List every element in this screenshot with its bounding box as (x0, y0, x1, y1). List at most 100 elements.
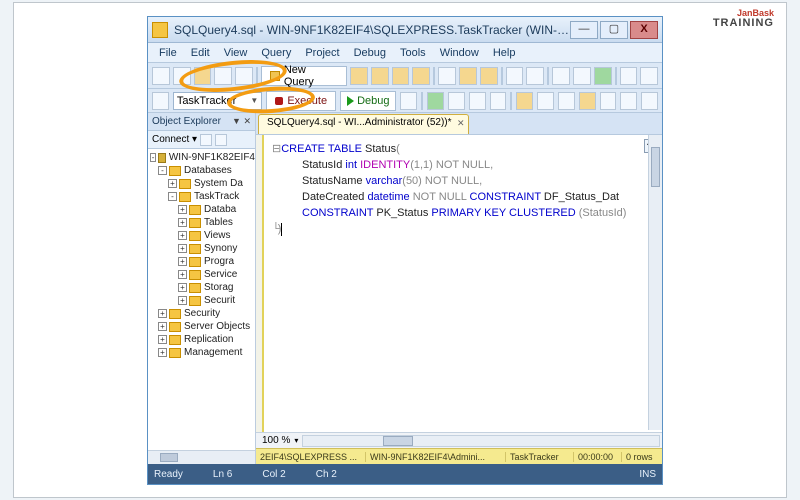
database-selected: TaskTracker (177, 95, 237, 107)
object-tree[interactable]: -WIN-9NF1K82EIF4 -Databases +System Da -… (148, 149, 255, 450)
panel-tools[interactable]: ▼ ✕ (232, 116, 251, 127)
tree-node[interactable]: +Security (148, 307, 255, 320)
tool-icon[interactable] (448, 92, 465, 110)
scrollbar-thumb[interactable] (651, 147, 660, 187)
open-icon[interactable] (173, 67, 191, 85)
scrollbar-thumb[interactable] (160, 453, 178, 462)
object-explorer-titlebar[interactable]: Object Explorer ▼ ✕ (148, 113, 255, 131)
undo-icon[interactable] (506, 67, 524, 85)
menu-file[interactable]: File (154, 45, 182, 61)
title-bar[interactable]: SQLQuery4.sql - WIN-9NF1K82EIF4\SQLEXPRE… (148, 17, 662, 43)
query-tab[interactable]: SQLQuery4.sql - WI...Administrator (52))… (258, 114, 469, 134)
tool-icon[interactable] (620, 67, 638, 85)
tool-icon[interactable] (552, 67, 570, 85)
tool-icon[interactable] (200, 134, 212, 146)
minimize-button[interactable]: — (570, 21, 598, 39)
separator-icon (501, 67, 503, 85)
tree-node[interactable]: +Synony (148, 242, 255, 255)
menu-tools[interactable]: Tools (395, 45, 431, 61)
tree-databases-node[interactable]: -Databases (148, 164, 255, 177)
expand-icon[interactable]: + (178, 231, 187, 240)
tree-node[interactable]: +Storag (148, 281, 255, 294)
stop-icon[interactable] (400, 92, 417, 110)
menu-help[interactable]: Help (488, 45, 521, 61)
collapse-icon[interactable]: - (158, 166, 167, 175)
tree-node[interactable]: +Views (148, 229, 255, 242)
menu-project[interactable]: Project (300, 45, 344, 61)
paste-icon[interactable] (480, 67, 498, 85)
open-file-icon[interactable] (194, 67, 212, 85)
execute-button[interactable]: Execute (266, 91, 336, 111)
tree-node[interactable]: +Replication (148, 333, 255, 346)
tree-server-node[interactable]: -WIN-9NF1K82EIF4 (148, 151, 255, 164)
redo-icon[interactable] (526, 67, 544, 85)
tree-tasktracker-node[interactable]: -TaskTrack (148, 190, 255, 203)
close-tab-icon[interactable]: ✕ (457, 118, 465, 129)
tree-node[interactable]: +Progra (148, 255, 255, 268)
tool-icon[interactable] (573, 67, 591, 85)
debug-button[interactable]: Debug (340, 91, 396, 111)
connect-toolbar[interactable]: Connect ▾ (148, 131, 255, 149)
collapse-icon[interactable]: - (150, 153, 156, 162)
tool-icon[interactable] (600, 92, 617, 110)
new-project-icon[interactable] (152, 67, 170, 85)
tree-node[interactable]: +Databa (148, 203, 255, 216)
new-query-button[interactable]: New Query (261, 66, 347, 86)
menu-query[interactable]: Query (256, 45, 296, 61)
tool-icon[interactable] (215, 134, 227, 146)
expand-icon[interactable]: + (178, 296, 187, 305)
expand-icon[interactable]: + (178, 218, 187, 227)
tool-icon[interactable] (152, 92, 169, 110)
expand-icon[interactable]: + (158, 348, 167, 357)
tree-node[interactable]: +Securit (148, 294, 255, 307)
tree-node[interactable]: +Server Objects (148, 320, 255, 333)
parse-icon[interactable] (427, 92, 444, 110)
expand-icon[interactable]: + (178, 283, 187, 292)
collapse-icon[interactable]: - (168, 192, 177, 201)
copy-icon[interactable] (459, 67, 477, 85)
maximize-button[interactable]: ▢ (600, 21, 628, 39)
tool-icon[interactable] (350, 67, 368, 85)
expand-icon[interactable]: + (178, 244, 187, 253)
tool-icon[interactable] (516, 92, 533, 110)
tree-node[interactable]: +Service (148, 268, 255, 281)
tool-icon[interactable] (371, 67, 389, 85)
close-button[interactable]: X (630, 21, 658, 39)
database-selector[interactable]: TaskTracker ▼ (173, 92, 263, 110)
expand-icon[interactable]: + (158, 309, 167, 318)
tool-icon[interactable] (537, 92, 554, 110)
horizontal-scrollbar[interactable] (302, 435, 660, 447)
menu-window[interactable]: Window (435, 45, 484, 61)
expand-icon[interactable]: + (158, 322, 167, 331)
start-icon[interactable] (594, 67, 612, 85)
tool-icon[interactable] (620, 92, 637, 110)
save-all-icon[interactable] (235, 67, 253, 85)
menu-debug[interactable]: Debug (349, 45, 391, 61)
save-icon[interactable] (214, 67, 232, 85)
tree-node[interactable]: +Management (148, 346, 255, 359)
tool-icon[interactable] (469, 92, 486, 110)
expand-icon[interactable]: + (158, 335, 167, 344)
tool-icon[interactable] (490, 92, 507, 110)
tool-icon[interactable] (579, 92, 596, 110)
scrollbar-thumb[interactable] (383, 436, 413, 446)
vertical-scrollbar[interactable] (648, 135, 662, 430)
expand-icon[interactable]: + (168, 179, 177, 188)
code-line: StatusName varchar(50) NOT NULL, (272, 173, 658, 189)
menu-view[interactable]: View (219, 45, 253, 61)
tool-icon[interactable] (640, 67, 658, 85)
expand-icon[interactable]: + (178, 205, 187, 214)
tree-node[interactable]: +System Da (148, 177, 255, 190)
tool-icon[interactable] (558, 92, 575, 110)
expand-icon[interactable]: + (178, 270, 187, 279)
tool-icon[interactable] (392, 67, 410, 85)
menu-edit[interactable]: Edit (186, 45, 215, 61)
tree-node[interactable]: +Tables (148, 216, 255, 229)
horizontal-scrollbar[interactable] (148, 450, 255, 464)
zoom-level[interactable]: 100 % (258, 435, 294, 446)
cut-icon[interactable] (438, 67, 456, 85)
sql-editor[interactable]: ✥ ⊟CREATE TABLE Status( StatusId int IDE… (256, 135, 662, 432)
expand-icon[interactable]: + (178, 257, 187, 266)
tool-icon[interactable] (412, 67, 430, 85)
tool-icon[interactable] (641, 92, 658, 110)
